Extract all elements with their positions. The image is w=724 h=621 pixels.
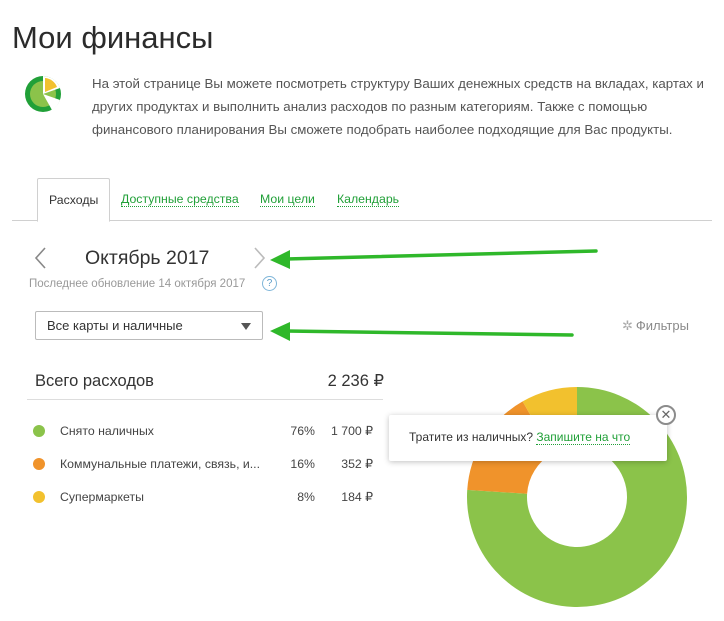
last-update-text: Последнее обновление 14 октября 2017 [29,278,246,290]
category-row[interactable]: Снято наличных 76% 1 700 ₽ [27,419,385,443]
total-expenses-label: Всего расходов [35,372,154,390]
category-color-dot [33,425,45,437]
category-percent: 16% [290,457,315,471]
account-select[interactable]: Все карты и наличные [35,311,263,340]
tab-available-funds[interactable]: Доступные средства [121,178,239,220]
tab-my-goals[interactable]: Мои цели [260,178,315,220]
annotation-arrow-month [270,249,598,269]
tooltip-text: Тратите из наличных? Запишите на что [409,415,631,459]
divider [27,399,383,400]
category-percent: 8% [297,490,315,504]
category-row[interactable]: Коммунальные платежи, связь, и... 16% 35… [27,452,385,476]
gear-icon: ✲ [622,318,633,333]
tab-calendar-label: Календарь [337,192,400,207]
help-icon[interactable]: ? [262,276,277,291]
tab-expenses[interactable]: Расходы [37,178,111,222]
tab-calendar[interactable]: Календарь [337,178,400,220]
category-amount: 352 ₽ [341,457,373,471]
record-spending-link[interactable]: Запишите на что [536,430,631,445]
caret-down-icon [241,323,251,330]
tooltip-question: Тратите из наличных? [409,430,534,444]
account-select-value: Все карты и наличные [47,318,183,333]
filters-button[interactable]: ✲ Фильтры [622,317,689,335]
finance-pie-icon [25,75,61,112]
close-icon[interactable]: ✕ [656,405,676,425]
category-percent: 76% [290,424,315,438]
category-name: Снято наличных [60,424,154,438]
tab-my-goals-label: Мои цели [260,192,315,207]
chevron-left-icon[interactable] [30,244,54,272]
category-name: Супермаркеты [60,490,144,504]
month-title: Октябрь 2017 [85,247,210,269]
cash-tooltip: Тратите из наличных? Запишите на что [389,415,667,461]
category-amount: 184 ₽ [341,490,373,504]
category-color-dot [33,458,45,470]
tab-available-funds-label: Доступные средства [121,192,239,207]
page-title: Мои финансы [12,20,214,55]
total-expenses-value: 2 236 ₽ [327,372,384,390]
annotation-arrow-select [270,322,574,341]
tabs-bar: Расходы Доступные средства Мои цели Кале… [12,178,712,222]
intro-text: На этой странице Вы можете посмотреть ст… [92,76,704,137]
filters-label: Фильтры [635,318,689,333]
category-amount: 1 700 ₽ [330,424,373,438]
category-name: Коммунальные платежи, связь, и... [60,457,260,471]
category-color-dot [33,491,45,503]
category-row[interactable]: Супермаркеты 8% 184 ₽ [27,485,385,509]
